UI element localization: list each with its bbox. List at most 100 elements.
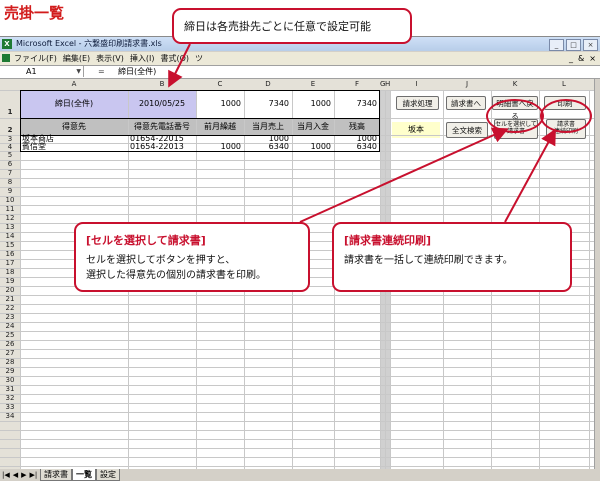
- table-cell-customer[interactable]: 賓信堂: [22, 143, 128, 151]
- row-header[interactable]: 17: [0, 259, 20, 268]
- table-cell-prev[interactable]: 1000: [196, 143, 244, 151]
- row-header[interactable]: 25: [0, 331, 20, 340]
- invoice-process-button[interactable]: 請求処理: [396, 96, 439, 110]
- row-header[interactable]: 33: [0, 403, 20, 412]
- row-header[interactable]: 8: [0, 178, 20, 187]
- row-header[interactable]: 26: [0, 340, 20, 349]
- sheet-tab-invoice[interactable]: 請求書: [40, 469, 72, 481]
- total-payments[interactable]: 1000: [292, 98, 334, 110]
- column-header-c[interactable]: C: [196, 79, 244, 90]
- formula-equals-sign: =: [98, 67, 105, 76]
- callout-continuous-print-line1: 請求書を一括して連続印刷できます。: [344, 255, 513, 266]
- maximize-button[interactable]: □: [566, 39, 581, 51]
- total-sales[interactable]: 7340: [244, 98, 292, 110]
- column-header-a[interactable]: A: [20, 79, 128, 90]
- row-header[interactable]: 7: [0, 169, 20, 178]
- column-header-e[interactable]: E: [292, 79, 334, 90]
- row-header[interactable]: 34: [0, 412, 20, 421]
- header-customer-tel[interactable]: 得意先電話番号: [128, 120, 196, 133]
- formula-bar: A1 ▼ = 締日(全件): [0, 65, 600, 79]
- column-header-b[interactable]: B: [128, 79, 196, 90]
- total-prev-balance[interactable]: 1000: [196, 98, 244, 110]
- row-header[interactable]: 5: [0, 151, 20, 160]
- search-all-button[interactable]: 全文検索: [446, 122, 488, 138]
- row-header[interactable]: 32: [0, 394, 20, 403]
- menu-format[interactable]: 書式(O): [160, 52, 189, 65]
- header-payments[interactable]: 当月入金: [292, 120, 334, 133]
- row-header[interactable]: 15: [0, 241, 20, 250]
- menu-edit[interactable]: 編集(E): [63, 52, 90, 65]
- to-invoice-button[interactable]: 請求書へ: [446, 96, 486, 110]
- page-title: 売掛一覧: [4, 4, 65, 22]
- row-header[interactable]: 28: [0, 358, 20, 367]
- row-header[interactable]: 20: [0, 286, 20, 295]
- row-header[interactable]: 11: [0, 205, 20, 214]
- row-header[interactable]: 9: [0, 187, 20, 196]
- callout-closing-date: 締日は各売掛先ごとに任意で設定可能: [172, 8, 412, 44]
- row-header[interactable]: 29: [0, 367, 20, 376]
- table-cell-tel[interactable]: 01654-22013: [130, 143, 196, 151]
- table-cell-sales[interactable]: 6340: [244, 143, 292, 151]
- row-header[interactable]: 12: [0, 214, 20, 223]
- header-balance[interactable]: 残高: [334, 120, 380, 133]
- total-balance[interactable]: 7340: [334, 98, 380, 110]
- row-header[interactable]: 4: [0, 143, 20, 151]
- first-sheet-icon[interactable]: |◀: [2, 469, 10, 481]
- row-header[interactable]: 16: [0, 250, 20, 259]
- sheet-nav: |◀ ◀ ▶ ▶|: [2, 469, 37, 481]
- formula-input[interactable]: 締日(全件): [118, 66, 156, 78]
- callout-select-cell-title: [セルを選択して請求書]: [86, 234, 206, 247]
- column-header-l[interactable]: L: [539, 79, 589, 90]
- row-header[interactable]: 23: [0, 313, 20, 322]
- sheet-tab-bar: |◀ ◀ ▶ ▶| 請求書 一覧 設定: [0, 469, 600, 481]
- menu-file[interactable]: ファイル(F): [14, 52, 57, 65]
- chevron-down-icon[interactable]: ▼: [76, 66, 81, 78]
- row-header[interactable]: 27: [0, 349, 20, 358]
- table-cell-paid[interactable]: 1000: [292, 143, 334, 151]
- name-box[interactable]: A1 ▼: [2, 66, 84, 77]
- excel-app-icon: X: [2, 39, 12, 49]
- name-box-value: A1: [26, 67, 37, 76]
- row-header[interactable]: 10: [0, 196, 20, 205]
- column-header-d[interactable]: D: [244, 79, 292, 90]
- window-title: Microsoft Excel - 六繋盛印刷請求書.xls: [16, 39, 162, 48]
- workbook-close-button[interactable]: ×: [589, 52, 596, 65]
- menu-insert[interactable]: 挿入(I): [130, 52, 155, 65]
- row-header[interactable]: 14: [0, 232, 20, 241]
- row-header[interactable]: 19: [0, 277, 20, 286]
- menu-view[interactable]: 表示(V): [96, 52, 124, 65]
- column-header-f[interactable]: F: [334, 79, 380, 90]
- last-sheet-icon[interactable]: ▶|: [30, 469, 38, 481]
- row-header[interactable]: 3: [0, 135, 20, 143]
- next-sheet-icon[interactable]: ▶: [21, 469, 26, 481]
- sheet-tab-list[interactable]: 一覧: [72, 469, 96, 481]
- row-header[interactable]: 30: [0, 376, 20, 385]
- row-header[interactable]: 13: [0, 223, 20, 232]
- menu-tools[interactable]: ツ: [195, 52, 203, 65]
- closing-date-label[interactable]: 締日(全件): [20, 98, 128, 110]
- selected-customer-cell[interactable]: 坂本: [392, 122, 440, 138]
- header-sales[interactable]: 当月売上: [244, 120, 292, 133]
- closing-date-value[interactable]: 2010/05/25: [128, 98, 196, 110]
- row-header[interactable]: 31: [0, 385, 20, 394]
- row-header[interactable]: 21: [0, 295, 20, 304]
- prev-sheet-icon[interactable]: ◀: [13, 469, 18, 481]
- row-header[interactable]: 18: [0, 268, 20, 277]
- row-header[interactable]: 6: [0, 160, 20, 169]
- highlight-continuous-print-button: [540, 99, 592, 133]
- header-customer[interactable]: 得意先: [20, 120, 128, 133]
- sheet-tab-settings[interactable]: 設定: [96, 469, 120, 481]
- close-button[interactable]: ×: [583, 39, 598, 51]
- row-header[interactable]: 22: [0, 304, 20, 313]
- row-header[interactable]: 1: [0, 107, 20, 118]
- row-header[interactable]: 24: [0, 322, 20, 331]
- column-header-j[interactable]: J: [443, 79, 491, 90]
- header-prev-balance[interactable]: 前月繰越: [196, 120, 244, 133]
- column-header-k[interactable]: K: [491, 79, 539, 90]
- workbook-restore-button[interactable]: &: [578, 52, 584, 65]
- minimize-button[interactable]: _: [549, 39, 564, 51]
- workbook-minimize-button[interactable]: _: [569, 52, 573, 65]
- column-header-i[interactable]: I: [390, 79, 443, 90]
- row-header[interactable]: 2: [0, 126, 20, 135]
- table-cell-balance[interactable]: 6340: [334, 143, 380, 151]
